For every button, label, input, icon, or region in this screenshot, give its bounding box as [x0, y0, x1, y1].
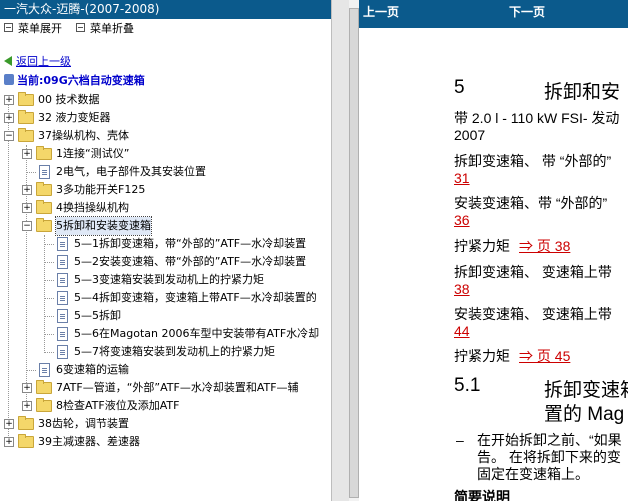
- tree-item-label: 38齿轮，调节装置: [38, 417, 129, 430]
- torque-page-link-1[interactable]: ⇒ 页 38: [519, 238, 570, 255]
- folder-icon: [18, 434, 34, 448]
- page-nav-bar: 上一页 下一页: [359, 0, 628, 28]
- current-location: 当前:09G六档自动变速箱: [4, 73, 145, 89]
- menu-collapse-button[interactable]: 菜单折叠: [76, 20, 134, 38]
- folder-icon: [18, 416, 34, 430]
- subsection-title-line-2: 置的 Mag: [544, 404, 625, 425]
- toc-install-ext-page-link[interactable]: 36: [454, 212, 470, 229]
- tree-pane: 一汽大众-迈腾-(2007-2008) 菜单展开 菜单折叠 返回上一级 当前:09…: [0, 0, 331, 501]
- window-title: 一汽大众-迈腾-(2007-2008): [0, 0, 331, 19]
- menu-bar: 菜单展开 菜单折叠: [0, 20, 144, 38]
- tree-item-label: 4换挡操纵机构: [56, 201, 129, 214]
- section-title: 拆卸和安: [544, 82, 621, 103]
- prev-page-button[interactable]: 上一页: [363, 0, 399, 28]
- collapse-icon: [76, 23, 85, 32]
- expand-toggle[interactable]: +: [22, 401, 32, 411]
- document-icon: [39, 363, 50, 377]
- tree-item-label: 1连接“测试仪”: [56, 147, 130, 160]
- torque-label-2: 拧紧力矩: [454, 348, 510, 364]
- folder-icon: [18, 92, 34, 106]
- tree-item-label: 5—4拆卸变速箱，变速箱上带ATF—水冷却装置的: [74, 291, 317, 304]
- torque-page-link-2[interactable]: ⇒ 页 45: [519, 348, 570, 365]
- section-number: 5: [454, 77, 465, 98]
- tree-item-label: 5—7将变速箱安装到发动机上的拧紧力矩: [74, 345, 275, 358]
- folder-icon: [36, 380, 52, 394]
- expand-toggle[interactable]: +: [22, 185, 32, 195]
- document-icon: [57, 273, 68, 287]
- subsection-number: 5.1: [454, 375, 481, 396]
- document-icon: [57, 237, 68, 251]
- note-line-2: 告。 在将拆卸下来的变: [477, 449, 621, 465]
- toc-install-int-text: 安装变速箱、 变速箱上带: [454, 306, 612, 322]
- engine-line-2: 2007: [454, 127, 486, 143]
- tree-item-label-selected: 5拆卸和安装变速箱: [55, 216, 152, 236]
- document-pane: 上一页 下一页 5 拆卸和安 带 2.0 l - 110 kW FSI- 发动 …: [359, 0, 628, 501]
- folder-icon: [36, 146, 52, 160]
- expand-toggle[interactable]: +: [22, 149, 32, 159]
- expand-toggle[interactable]: +: [4, 95, 14, 105]
- folder-icon: [36, 200, 52, 214]
- note-line-1: 在开始拆卸之前、“如果: [477, 432, 622, 448]
- torque-label-1: 拧紧力矩: [454, 238, 510, 254]
- document-icon: [57, 291, 68, 305]
- menu-collapse-label: 菜单折叠: [90, 22, 134, 35]
- tree-item-label: 00 技术数据: [38, 93, 100, 106]
- back-arrow-icon: [4, 56, 12, 66]
- folder-open-icon: [36, 218, 52, 232]
- subsection-title-line-1: 拆卸变速箱: [544, 380, 628, 401]
- expand-toggle[interactable]: +: [22, 203, 32, 213]
- tree-item-label: 8检查ATF液位及添加ATF: [56, 399, 180, 412]
- note-line-3: 固定在变速箱上。: [477, 466, 589, 482]
- back-link-label: 返回上一级: [16, 55, 71, 68]
- book-icon: [4, 74, 14, 85]
- document-icon: [57, 309, 68, 323]
- back-link[interactable]: 返回上一级: [4, 54, 71, 70]
- expand-icon: [4, 23, 13, 32]
- document-icon: [57, 345, 68, 359]
- tree-item-label: 39主减速器、差速器: [38, 435, 140, 448]
- menu-expand-button[interactable]: 菜单展开: [4, 20, 62, 38]
- tree-item-label: 7ATF—管道，“外部”ATF—水冷却装置和ATF—辅: [56, 381, 299, 394]
- tree-item-label: 2电气，电子部件及其安装位置: [56, 165, 206, 178]
- tree-item-label: 37操纵机构、壳体: [38, 129, 129, 142]
- toc-install-int-page-link[interactable]: 44: [454, 323, 470, 340]
- folder-icon: [36, 398, 52, 412]
- toc-remove-int-page-link[interactable]: 38: [454, 281, 470, 298]
- brief-heading: 简要说明: [454, 489, 510, 501]
- toc-remove-int-text: 拆卸变速箱、 变速箱上带: [454, 264, 612, 280]
- current-location-label: 当前:09G六档自动变速箱: [17, 74, 145, 87]
- next-page-button[interactable]: 下一页: [509, 0, 545, 28]
- toc-remove-ext-page-link[interactable]: 31: [454, 170, 470, 187]
- expand-toggle[interactable]: +: [4, 113, 14, 123]
- expand-toggle[interactable]: +: [4, 437, 14, 447]
- folder-icon: [36, 182, 52, 196]
- collapse-toggle[interactable]: −: [4, 131, 14, 141]
- document-icon: [39, 165, 50, 179]
- scrollbar-thumb[interactable]: [349, 8, 359, 498]
- engine-line-1: 带 2.0 l - 110 kW FSI- 发动: [454, 110, 620, 126]
- tree-item-label: 5—3变速箱安装到发动机上的拧紧力矩: [74, 273, 264, 286]
- collapse-toggle[interactable]: −: [22, 221, 32, 231]
- tree-item-label: 6变速箱的运输: [56, 363, 129, 376]
- tree-item-label: 3多功能开关F125: [56, 183, 146, 196]
- tree-item-label: 5—6在Magotan 2006车型中安装带有ATF水冷却: [74, 327, 320, 340]
- tree-item-label: 32 液力变矩器: [38, 111, 111, 124]
- document-icon: [57, 255, 68, 269]
- folder-icon: [18, 110, 34, 124]
- tree-item-label: 5—2安装变速箱、带“外部的”ATF—水冷却装置: [74, 255, 307, 268]
- bullet-dash: –: [456, 432, 464, 448]
- document-icon: [57, 327, 68, 341]
- menu-expand-label: 菜单展开: [18, 22, 62, 35]
- folder-open-icon: [18, 128, 34, 142]
- expand-toggle[interactable]: +: [22, 383, 32, 393]
- expand-toggle[interactable]: +: [4, 419, 14, 429]
- tree-item-label: 5—1拆卸变速箱，带“外部的”ATF—水冷却装置: [74, 237, 307, 250]
- toc-install-ext-text: 安装变速箱、带 “外部的”: [454, 195, 608, 211]
- toc-remove-ext-text: 拆卸变速箱、 带 “外部的”: [454, 153, 612, 169]
- tree-item-label: 5—5拆卸: [74, 309, 121, 322]
